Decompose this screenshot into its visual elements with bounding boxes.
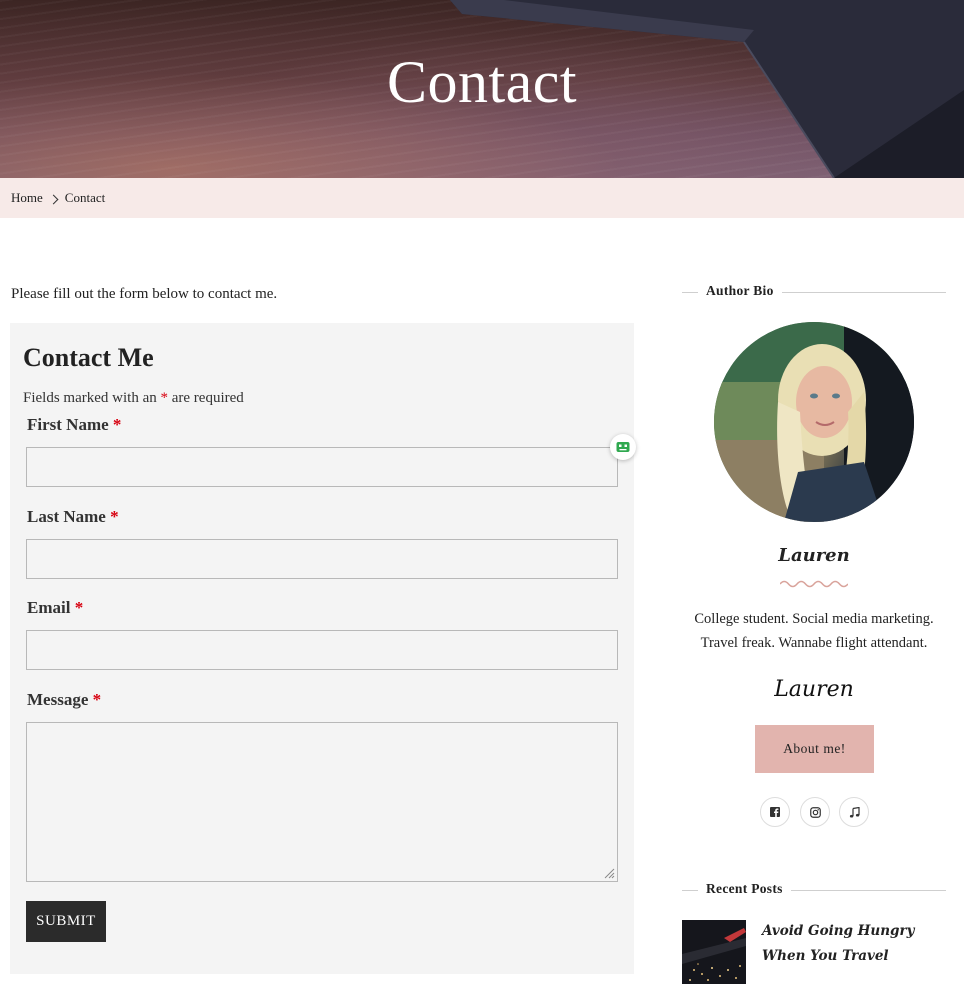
facebook-icon[interactable] — [760, 797, 790, 827]
form-title: Contact Me — [23, 343, 154, 372]
page-title: Contact — [386, 49, 578, 115]
required-asterisk: * — [92, 690, 102, 709]
author-photo — [714, 322, 914, 522]
message-textarea[interactable] — [26, 722, 618, 882]
author-signature: Lauren — [774, 677, 854, 702]
required-asterisk: * — [110, 507, 119, 526]
recent-posts-widget-heading: Recent Posts — [682, 880, 946, 900]
instagram-icon[interactable] — [800, 797, 830, 827]
required-asterisk: * — [160, 390, 168, 406]
recent-posts-title: Recent Posts — [698, 881, 791, 897]
decorative-squiggle — [780, 580, 848, 588]
about-me-button[interactable]: About me! — [755, 725, 874, 773]
message-label: Message * — [27, 690, 101, 710]
author-description: College student. Social media marketing.… — [682, 607, 946, 655]
resize-handle-icon[interactable] — [604, 868, 615, 879]
email-label-text: Email — [27, 598, 71, 617]
author-avatar — [714, 322, 914, 522]
robot-icon[interactable] — [610, 434, 636, 460]
last-name-input[interactable] — [26, 539, 618, 579]
first-name-label-text: First Name — [27, 415, 109, 434]
contact-form: Contact Me Fields marked with an * are r… — [10, 323, 634, 974]
required-asterisk: * — [112, 415, 122, 434]
author-bio-widget-heading: Author Bio — [682, 282, 946, 302]
author-name: Lauren — [778, 545, 850, 566]
first-name-label: First Name * — [27, 415, 121, 435]
submit-button[interactable]: SUBMIT — [26, 901, 106, 942]
night-city-image — [682, 920, 746, 984]
recent-post-title-link[interactable]: Avoid Going Hungry When You Travel — [762, 919, 948, 969]
breadcrumb: Home Contact — [0, 178, 964, 218]
author-bio-title: Author Bio — [698, 283, 782, 299]
first-name-input[interactable] — [26, 447, 618, 487]
required-fields-note: Fields marked with an * are required — [23, 390, 244, 407]
email-input[interactable] — [26, 630, 618, 670]
recent-post-thumbnail[interactable] — [682, 920, 746, 984]
message-label-text: Message — [27, 690, 89, 709]
chevron-right-icon — [48, 194, 59, 204]
last-name-label: Last Name * — [27, 507, 119, 527]
last-name-label-text: Last Name — [27, 507, 106, 526]
email-label: Email * — [27, 598, 83, 618]
breadcrumb-current: Contact — [64, 190, 106, 205]
contact-intro-text: Please fill out the form below to contac… — [11, 286, 278, 302]
breadcrumb-home-link[interactable]: Home — [11, 190, 43, 206]
required-note-text-end: are required — [171, 390, 244, 406]
required-note-text: Fields marked with an — [23, 390, 157, 406]
author-description-line: College student. Social media marketing. — [694, 611, 934, 627]
author-description-line: Travel freak. Wannabe flight attendant. — [700, 635, 928, 651]
hero-banner: Contact — [0, 0, 964, 178]
required-asterisk: * — [74, 598, 84, 617]
music-note-icon[interactable] — [839, 797, 869, 827]
